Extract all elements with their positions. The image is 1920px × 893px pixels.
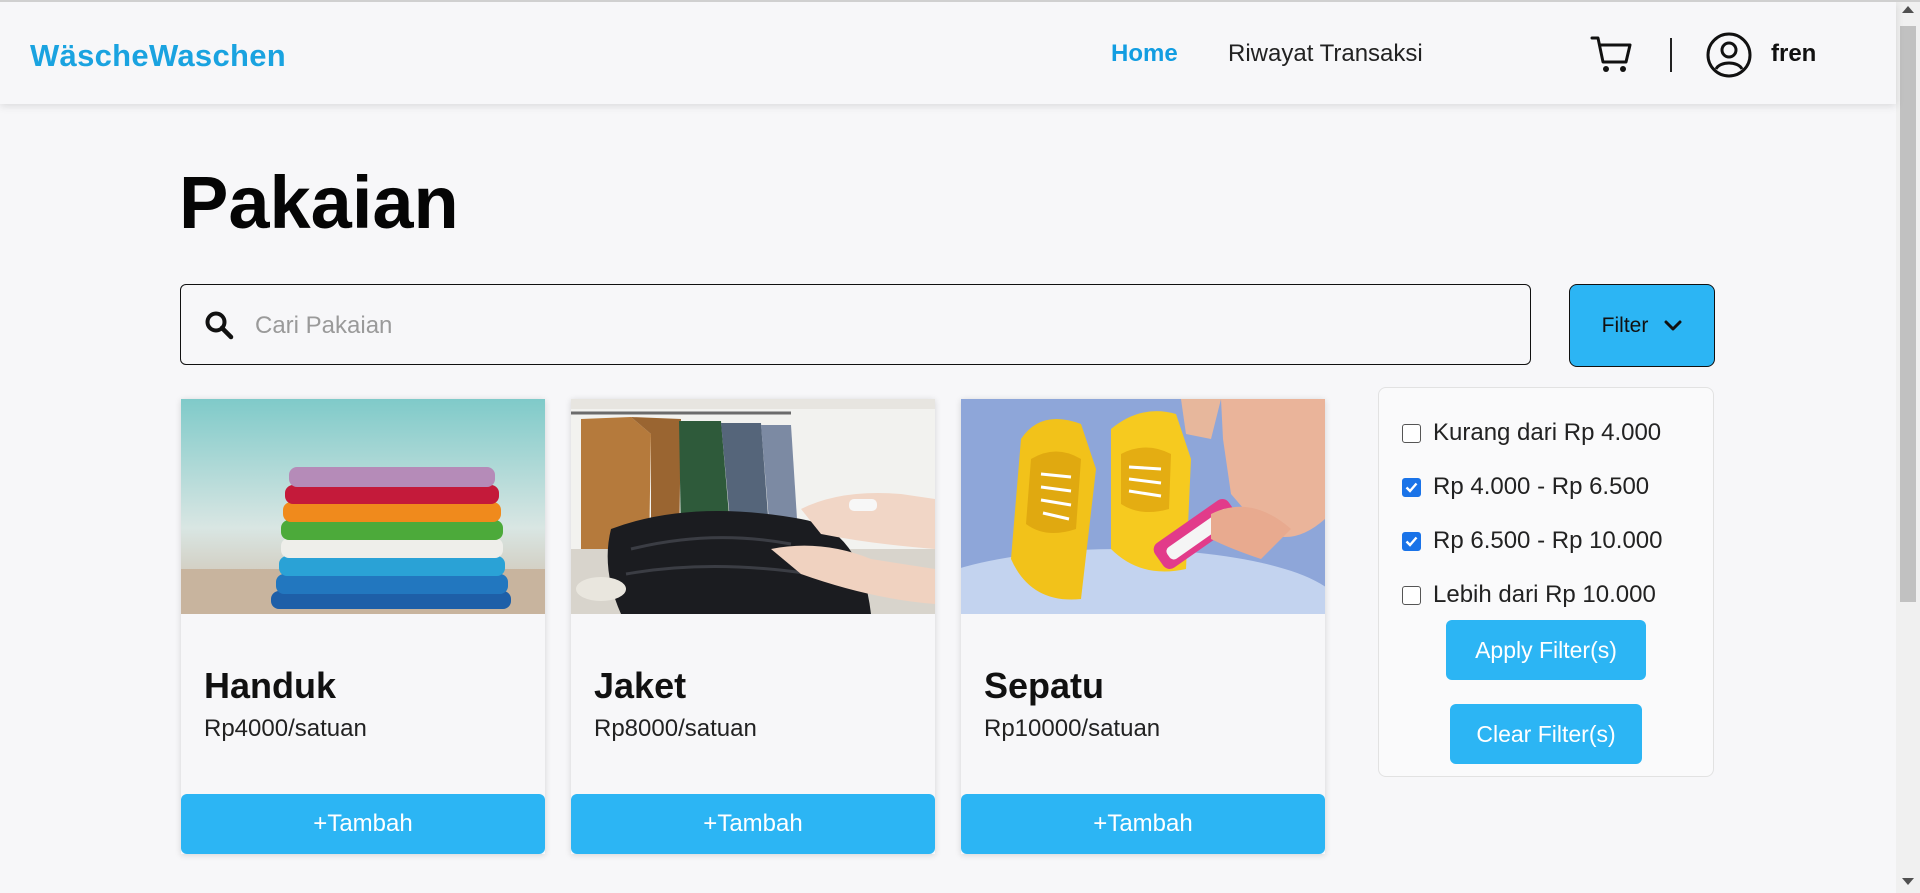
add-to-cart-button[interactable]: +Tambah <box>571 794 935 854</box>
filter-option-label: Kurang dari Rp 4.000 <box>1433 419 1662 446</box>
filter-option-4000-6500[interactable]: Rp 4.000 - Rp 6.500 <box>1402 473 1649 501</box>
filter-option-under-4000[interactable]: Kurang dari Rp 4.000 <box>1402 419 1661 447</box>
filter-dropdown-button[interactable]: Filter <box>1569 284 1715 367</box>
checkbox-checked[interactable] <box>1402 531 1421 551</box>
product-card-jaket: Jaket Rp8000/satuan +Tambah <box>571 399 935 854</box>
checkbox[interactable] <box>1402 585 1421 605</box>
search-icon <box>205 311 234 340</box>
product-card-sepatu: Sepatu Rp10000/satuan +Tambah <box>961 399 1325 854</box>
shopping-cart-icon[interactable] <box>1590 32 1634 76</box>
search-box <box>180 284 1531 365</box>
search-input[interactable] <box>253 303 1497 349</box>
checkmark-icon <box>1405 536 1418 547</box>
brand-logo[interactable]: WäscheWaschen <box>30 38 286 74</box>
nav-divider <box>1670 38 1672 72</box>
product-price: Rp10000/satuan <box>984 715 1161 742</box>
product-image-jackets <box>571 399 935 614</box>
product-image-towels <box>181 399 545 614</box>
product-name: Jaket <box>594 665 687 706</box>
add-to-cart-button[interactable]: +Tambah <box>961 794 1325 854</box>
product-price: Rp4000/satuan <box>204 715 367 742</box>
product-price: Rp8000/satuan <box>594 715 757 742</box>
apply-filters-button[interactable]: Apply Filter(s) <box>1446 620 1646 680</box>
page-title: Pakaian <box>179 161 459 244</box>
filter-option-6500-10000[interactable]: Rp 6.500 - Rp 10.000 <box>1402 527 1663 555</box>
navbar: WäscheWaschen Home Riwayat Transaksi fre… <box>0 2 1896 104</box>
clear-filters-button[interactable]: Clear Filter(s) <box>1450 704 1642 764</box>
filter-option-over-10000[interactable]: Lebih dari Rp 10.000 <box>1402 581 1656 609</box>
scrollbar[interactable] <box>1896 0 1920 893</box>
scrollbar-thumb[interactable] <box>1900 26 1916 602</box>
product-image-sneakers <box>961 399 1325 614</box>
filter-button-label: Filter <box>1601 313 1649 337</box>
filter-option-label: Rp 6.500 - Rp 10.000 <box>1433 527 1663 554</box>
username[interactable]: fren <box>1771 40 1816 68</box>
user-circle-icon[interactable] <box>1706 32 1752 78</box>
filter-option-label: Lebih dari Rp 10.000 <box>1433 581 1656 608</box>
product-card-handuk: Handuk Rp4000/satuan +Tambah <box>181 399 545 854</box>
scroll-up-arrow-icon[interactable] <box>1902 6 1914 13</box>
filter-option-label: Rp 4.000 - Rp 6.500 <box>1433 473 1650 500</box>
window-top-border <box>0 0 1920 2</box>
chevron-down-icon <box>1664 320 1682 330</box>
add-to-cart-button[interactable]: +Tambah <box>181 794 545 854</box>
product-name: Sepatu <box>984 665 1105 706</box>
scroll-down-arrow-icon[interactable] <box>1902 878 1914 885</box>
product-name: Handuk <box>204 665 337 706</box>
nav-link-home[interactable]: Home <box>1111 40 1178 68</box>
checkmark-icon <box>1405 482 1418 493</box>
checkbox[interactable] <box>1402 423 1421 443</box>
checkbox-checked[interactable] <box>1402 477 1421 497</box>
filter-panel: Kurang dari Rp 4.000 Rp 4.000 - Rp 6.500… <box>1378 387 1714 777</box>
nav-link-riwayat-transaksi[interactable]: Riwayat Transaksi <box>1228 40 1423 68</box>
